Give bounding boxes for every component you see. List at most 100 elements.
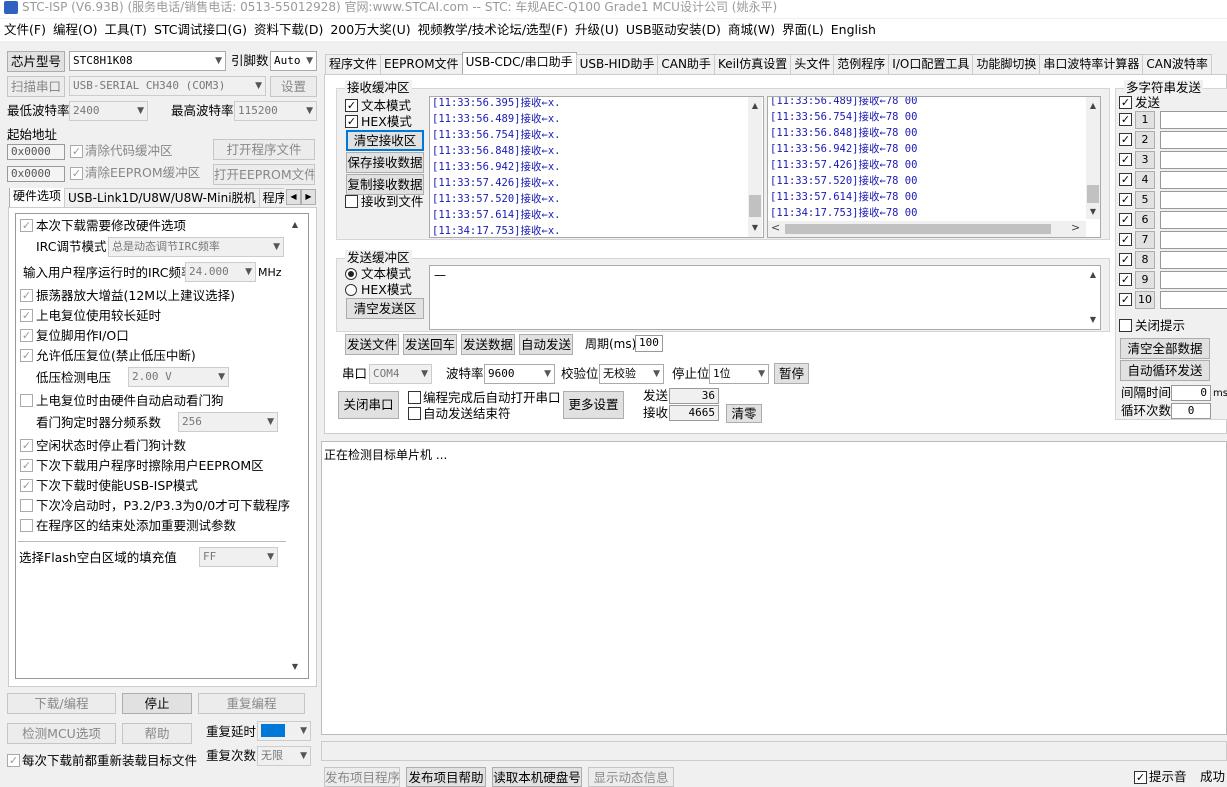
multi-row-6-button[interactable]: 6 [1135, 211, 1155, 229]
menu-file[interactable]: 文件(F) [0, 19, 49, 41]
baud-select[interactable]: 9600 ▼ [484, 364, 555, 384]
hardware-scrollbar[interactable]: ▲ ▼ [288, 216, 302, 676]
clear-receive-button[interactable]: 清空接收区 [346, 130, 424, 151]
menu-debug[interactable]: STC调试接口(G) [150, 19, 250, 41]
send-file-button[interactable]: 发送文件 [345, 334, 399, 355]
tab-usb-link[interactable]: USB-Link1D/U8W/U8W-Mini脱机 [64, 188, 260, 208]
menu-interface[interactable]: 界面(L) [778, 19, 827, 41]
open-program-button[interactable]: 打开程序文件 [213, 139, 315, 160]
multi-row-1-button[interactable]: 1 [1135, 111, 1155, 129]
multi-row-2-input[interactable] [1160, 131, 1227, 149]
auto-end-checkbox[interactable] [408, 407, 421, 420]
menu-tools[interactable]: 工具(T) [101, 19, 150, 41]
tab-io-config[interactable]: I/O口配置工具 [888, 54, 974, 74]
multi-row-4-checkbox[interactable]: ✓ [1119, 173, 1132, 186]
recv-to-file-checkbox[interactable] [345, 195, 358, 208]
scan-port-button[interactable]: 扫描串口 [7, 76, 65, 97]
clear-all-button[interactable]: 清空全部数据 [1120, 338, 1210, 359]
menu-english[interactable]: English [827, 19, 879, 41]
send-enter-button[interactable]: 发送回车 [403, 334, 457, 355]
help-button[interactable]: 帮助 [122, 723, 192, 744]
multi-row-10-input[interactable] [1160, 291, 1227, 309]
tab-next-arrow[interactable]: ▶ [301, 189, 316, 205]
parity-select[interactable]: 无校验 ▼ [599, 364, 664, 384]
multi-row-8-input[interactable] [1160, 251, 1227, 269]
wdt-div-select[interactable]: 256 ▼ [178, 412, 278, 432]
send-hex-mode-radio[interactable] [345, 284, 357, 296]
multi-row-2-button[interactable]: 2 [1135, 131, 1155, 149]
receive-text-scrollbar[interactable]: ▲ ▼ [748, 97, 762, 237]
multi-row-9-checkbox[interactable]: ✓ [1119, 273, 1132, 286]
multi-row-9-input[interactable] [1160, 271, 1227, 289]
tab-prev-arrow[interactable]: ◀ [286, 189, 301, 205]
repeat-count-select[interactable]: 无限 ▼ [257, 746, 311, 766]
lvr-checkbox[interactable]: ✓ [20, 349, 33, 362]
menu-prize[interactable]: 200万大奖(U) [326, 19, 413, 41]
eeprom-addr-input[interactable]: 0x0000 [7, 166, 65, 182]
cold-boot-checkbox[interactable] [20, 499, 33, 512]
tab-header[interactable]: 头文件 [790, 54, 835, 74]
tab-usb-hid[interactable]: USB-HID助手 [575, 54, 659, 74]
auto-send-button[interactable]: 自动发送 [519, 334, 573, 355]
irc-mode-select[interactable]: 总是动态调节IRC频率 ▼ [108, 237, 284, 257]
multi-row-7-checkbox[interactable]: ✓ [1119, 233, 1132, 246]
tab-eeprom-file[interactable]: EEPROM文件 [380, 54, 463, 74]
scroll-right-icon[interactable]: > [1071, 221, 1080, 234]
menu-upgrade[interactable]: 升级(U) [571, 19, 622, 41]
multi-row-3-checkbox[interactable]: ✓ [1119, 153, 1132, 166]
erase-eeprom-checkbox[interactable]: ✓ [20, 459, 33, 472]
max-baud-select[interactable]: 115200 ▼ [234, 101, 317, 121]
multi-row-1-input[interactable] [1160, 111, 1227, 129]
multi-row-8-button[interactable]: 8 [1135, 251, 1155, 269]
hw-wdt-checkbox[interactable] [20, 394, 33, 407]
idle-wdt-checkbox[interactable]: ✓ [20, 439, 33, 452]
scroll-down-icon[interactable]: ▼ [1086, 205, 1100, 219]
period-input[interactable]: 100 [635, 335, 663, 352]
close-port-button[interactable]: 关闭串口 [338, 391, 399, 419]
multi-row-8-checkbox[interactable]: ✓ [1119, 253, 1132, 266]
serial-port-select[interactable]: COM4 ▼ [369, 364, 432, 384]
test-param-checkbox[interactable] [20, 519, 33, 532]
receive-hex-view[interactable]: [11:33:56.489]接收←78 00 [11:33:56.754]接收←… [767, 96, 1101, 238]
menu-docs[interactable]: 资料下载(D) [250, 19, 326, 41]
multi-row-7-button[interactable]: 7 [1135, 231, 1155, 249]
scroll-up-icon[interactable]: ▲ [288, 218, 302, 232]
osc-gain-checkbox[interactable]: ✓ [20, 289, 33, 302]
multi-row-10-button[interactable]: 10 [1135, 291, 1155, 309]
clear-send-button[interactable]: 清空发送区 [346, 298, 424, 319]
auto-loop-button[interactable]: 自动循环发送 [1120, 360, 1210, 381]
chip-type-select[interactable]: STC8H1K08 ▼ [69, 51, 226, 71]
reset-io-checkbox[interactable]: ✓ [20, 329, 33, 342]
multi-row-9-button[interactable]: 9 [1135, 271, 1155, 289]
usb-isp-checkbox[interactable]: ✓ [20, 479, 33, 492]
tab-can-baud[interactable]: CAN波特率 [1142, 54, 1212, 74]
fill-value-select[interactable]: FF ▼ [199, 547, 278, 567]
reload-checkbox[interactable]: ✓ [7, 754, 20, 767]
scroll-thumb[interactable] [749, 195, 761, 217]
detect-mcu-button[interactable]: 检测MCU选项 [7, 723, 116, 744]
stop-button[interactable]: 停止 [122, 693, 192, 714]
recv-hex-mode-checkbox[interactable]: ✓ [345, 115, 358, 128]
multi-row-3-button[interactable]: 3 [1135, 151, 1155, 169]
receive-hex-hscrollbar[interactable]: < > [768, 221, 1086, 237]
copy-receive-button[interactable]: 复制接收数据 [346, 174, 424, 195]
close-hint-checkbox[interactable] [1119, 319, 1132, 332]
multi-send-all-checkbox[interactable]: ✓ [1119, 96, 1132, 109]
tab-can[interactable]: CAN助手 [657, 54, 715, 74]
multi-row-7-input[interactable] [1160, 231, 1227, 249]
send-data-button[interactable]: 发送数据 [461, 334, 515, 355]
download-button[interactable]: 下载/编程 [7, 693, 116, 714]
clear-count-button[interactable]: 清零 [726, 404, 762, 423]
publish-help-button[interactable]: 发布项目帮助 [406, 767, 486, 787]
pause-button[interactable]: 暂停 [774, 363, 809, 384]
auto-open-checkbox[interactable] [408, 391, 421, 404]
multi-row-3-input[interactable] [1160, 151, 1227, 169]
port-select[interactable]: USB-SERIAL CH340 (COM3) ▼ [69, 76, 266, 96]
interval-input[interactable]: 0 [1171, 385, 1211, 401]
more-settings-button[interactable]: 更多设置 [563, 391, 624, 419]
por-delay-checkbox[interactable]: ✓ [20, 309, 33, 322]
multi-row-4-button[interactable]: 4 [1135, 171, 1155, 189]
publish-program-button[interactable]: 发布项目程序 [324, 767, 400, 787]
scroll-left-icon[interactable]: < [771, 221, 780, 234]
scroll-down-icon[interactable]: ▼ [748, 221, 762, 235]
